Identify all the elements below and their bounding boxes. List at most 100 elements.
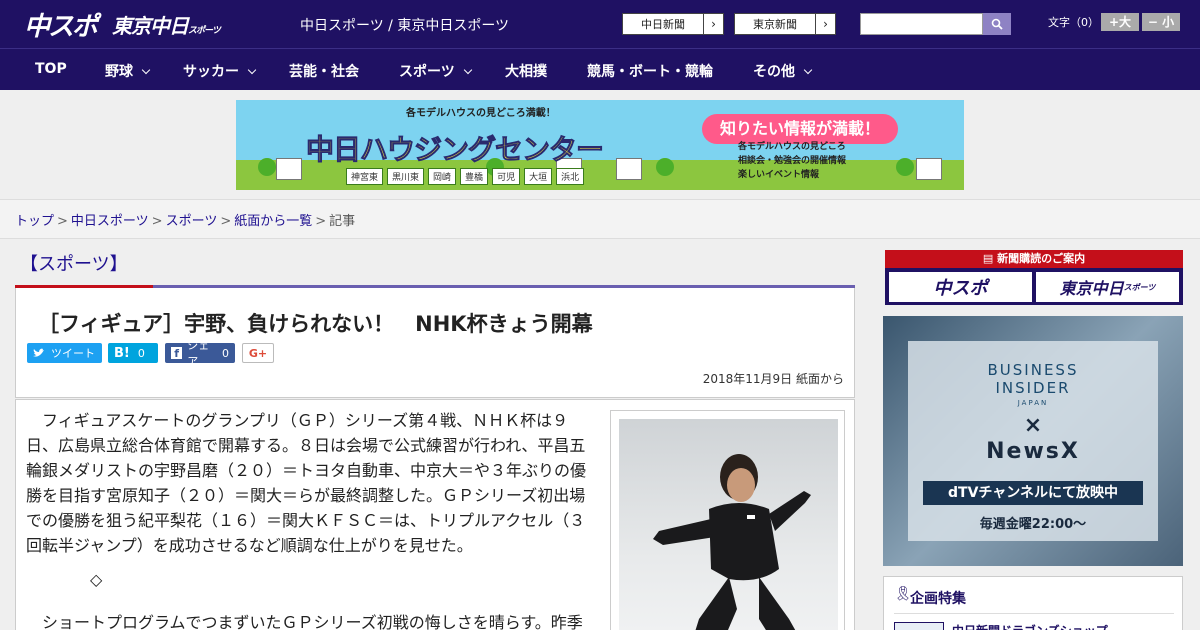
paragraph-text: フィギュアスケートのグランプリ（ＧＰ）シリーズ第４戦、ＮＨＫ杯は９日、広島県立総…	[26, 411, 587, 555]
ad-line2: INSIDER	[995, 379, 1071, 397]
logo-tokyo-chunichi-text: 東京中日	[112, 14, 189, 38]
banner-towns: 神宮東 黒川東 岡崎 豊橋 可児 大垣 浜北	[346, 168, 585, 185]
chevron-down-icon	[247, 65, 257, 75]
house-icon	[616, 158, 642, 180]
google-plus-button[interactable]: G+	[242, 343, 274, 363]
special-feature-label: 中日新聞ドラゴンズショップ	[952, 622, 1108, 630]
breadcrumb: トップ > 中日スポーツ > スポーツ > 紙面から一覧 > 記事	[0, 200, 1200, 239]
breadcrumb-link-top[interactable]: トップ	[15, 214, 54, 229]
facebook-share-button[interactable]: f シェア 0	[165, 339, 235, 368]
tree-icon	[656, 158, 674, 176]
special-features-title: 企画特集	[910, 591, 966, 607]
logo-chuspo[interactable]: 中スポ	[24, 6, 98, 43]
nav-item-racing[interactable]: 競馬・ボート・競輪	[587, 61, 713, 81]
nav-item-other[interactable]: その他	[753, 61, 813, 81]
ad-business-insider: BUSINESS INSIDER	[908, 361, 1158, 397]
special-feature-item[interactable]: 中日新聞ドラゴンズショップ	[894, 613, 1174, 630]
article-paragraph-2: ショートプログラムでつまずいたＧＰシリーズ初戦の悔しさを晴らす。昨季	[42, 613, 583, 630]
facebook-count: 0	[222, 346, 229, 360]
article-body: フィギュアスケートのグランプリ（ＧＰ）シリーズ第４戦、ＮＨＫ杯は９日、広島県立総…	[15, 399, 855, 630]
font-size-down-button[interactable]: − 小	[1142, 13, 1180, 31]
ad-cross: ×	[1023, 413, 1043, 438]
logo-tokyo-chunichi[interactable]: 東京中日スポーツ	[112, 10, 221, 39]
chevron-right-icon: ›	[703, 14, 723, 34]
tokyo-shimbun-link[interactable]: 東京新聞 ›	[734, 13, 836, 35]
housing-center-banner[interactable]: 各モデルハウスの見どころ満載！ 中日ハウジングセンター 知りたい情報が満載！ 各…	[236, 100, 964, 190]
nav-label: TOP	[35, 61, 67, 77]
town-label: 岡崎	[428, 168, 457, 185]
font-size-label: 文字（0）	[1048, 16, 1099, 29]
banner-info-item: 楽しいイベント情報	[738, 170, 820, 180]
sidebar-ad[interactable]: BUSINESS INSIDER JAPAN × NewsX dTVチャンネルに…	[883, 316, 1183, 566]
nav-label: 芸能・社会	[289, 64, 359, 80]
nav-item-baseball[interactable]: 野球	[105, 61, 151, 81]
nav-label: その他	[753, 64, 795, 80]
article-paragraph-1: フィギュアスケートのグランプリ（ＧＰ）シリーズ第４戦、ＮＨＫ杯は９日、広島県立総…	[26, 408, 598, 558]
subscription-logo-tokyo-text: 東京中日	[1059, 279, 1124, 298]
section-label[interactable]: 【スポーツ】	[20, 250, 128, 276]
chevron-right-icon: ›	[815, 14, 835, 34]
tree-icon	[896, 158, 914, 176]
town-label: 神宮東	[346, 168, 384, 185]
logo-tokyo-chunichi-small: スポーツ	[188, 26, 221, 36]
town-label: 浜北	[556, 168, 585, 185]
breadcrumb-link-list[interactable]: 紙面から一覧	[234, 214, 312, 229]
facebook-icon: f	[171, 347, 183, 360]
subscription-logo-tokyo-small: スポーツ	[1123, 282, 1156, 292]
nav-item-sumo[interactable]: 大相撲	[505, 61, 547, 81]
banner-info-item: 相談会・勉強会の開催情報	[738, 156, 847, 166]
breadcrumb-current: 記事	[329, 214, 356, 229]
chunichi-shimbun-link[interactable]: 中日新聞 ›	[622, 13, 724, 35]
article-headline: ［フィギュア］宇野、負けられない！ NHK杯きょう開幕	[38, 312, 593, 336]
breadcrumb-separator: >	[315, 214, 327, 229]
nav-label: 大相撲	[505, 64, 547, 80]
chevron-down-icon	[141, 65, 151, 75]
hatena-button[interactable]: B! 0	[108, 343, 158, 363]
tokyo-shimbun-label: 東京新聞	[753, 18, 797, 31]
house-icon	[276, 158, 302, 180]
nav-item-soccer[interactable]: サッカー	[183, 61, 257, 81]
chunichi-shimbun-label: 中日新聞	[641, 18, 685, 31]
town-label: 豊橋	[460, 168, 489, 185]
search-button[interactable]	[983, 13, 1011, 35]
site-title[interactable]: 中日スポーツ / 東京中日スポーツ	[300, 15, 509, 35]
breadcrumb-link-sports[interactable]: スポーツ	[166, 214, 218, 229]
tweet-button[interactable]: ツイート	[27, 343, 102, 363]
subscription-logo-tokyo[interactable]: 東京中日 スポーツ	[1036, 272, 1179, 302]
article-photo[interactable]	[619, 419, 838, 630]
nav-item-entertainment[interactable]: 芸能・社会	[289, 61, 359, 81]
breadcrumb-separator: >	[57, 214, 68, 229]
chevron-down-icon	[803, 65, 813, 75]
nav-label: スポーツ	[399, 64, 455, 80]
article-date: 2018年11月9日 紙面から	[702, 372, 844, 386]
ad-japan: JAPAN	[1017, 399, 1049, 407]
skater-photo	[653, 454, 811, 630]
search-input[interactable]	[860, 13, 983, 35]
nav-item-top[interactable]: TOP	[35, 61, 67, 77]
nav-item-sports[interactable]: スポーツ	[399, 61, 472, 81]
subscription-box[interactable]: ▤ 新聞購読のご案内 中スポ 東京中日 スポーツ	[885, 250, 1183, 305]
special-features-box: 🎗 企画特集 中日新聞ドラゴンズショップ	[883, 576, 1183, 630]
ad-time: 毎週金曜22:00〜	[979, 517, 1087, 532]
font-size-up-button[interactable]: +大	[1101, 13, 1139, 31]
ad-channel: dTVチャンネルにて放映中	[923, 481, 1143, 505]
breadcrumb-link-chunichi-sports[interactable]: 中日スポーツ	[71, 214, 149, 229]
town-label: 大垣	[524, 168, 553, 185]
paragraph-divider: ◇	[90, 570, 103, 589]
breadcrumb-separator: >	[220, 214, 232, 229]
banner-info: 各モデルハウスの見どころ 相談会・勉強会の開催情報 楽しいイベント情報	[738, 140, 846, 182]
facebook-share-label: シェア	[187, 339, 210, 368]
special-feature-thumb	[894, 622, 944, 630]
subscription-logo-chuspo[interactable]: 中スポ	[889, 272, 1032, 302]
town-label: 黒川東	[387, 168, 425, 185]
nav-label: 競馬・ボート・競輪	[587, 64, 713, 80]
ad-banner-area: 各モデルハウスの見どころ満載！ 中日ハウジングセンター 知りたい情報が満載！ 各…	[0, 90, 1200, 200]
ad-panel: BUSINESS INSIDER JAPAN × NewsX dTVチャンネルに…	[908, 341, 1158, 541]
chevron-down-icon	[463, 65, 472, 75]
subscription-heading-text: 新聞購読のご案内	[997, 252, 1086, 265]
search-icon	[991, 18, 1003, 30]
nav-label: サッカー	[183, 64, 239, 80]
house-icon	[916, 158, 942, 180]
top-header: 中スポ 東京中日スポーツ 中日スポーツ / 東京中日スポーツ 中日新聞 › 東京…	[0, 0, 1200, 48]
main-nav: TOP 野球 サッカー 芸能・社会 スポーツ 大相撲 競馬・ボート・競輪 その他	[0, 48, 1200, 90]
